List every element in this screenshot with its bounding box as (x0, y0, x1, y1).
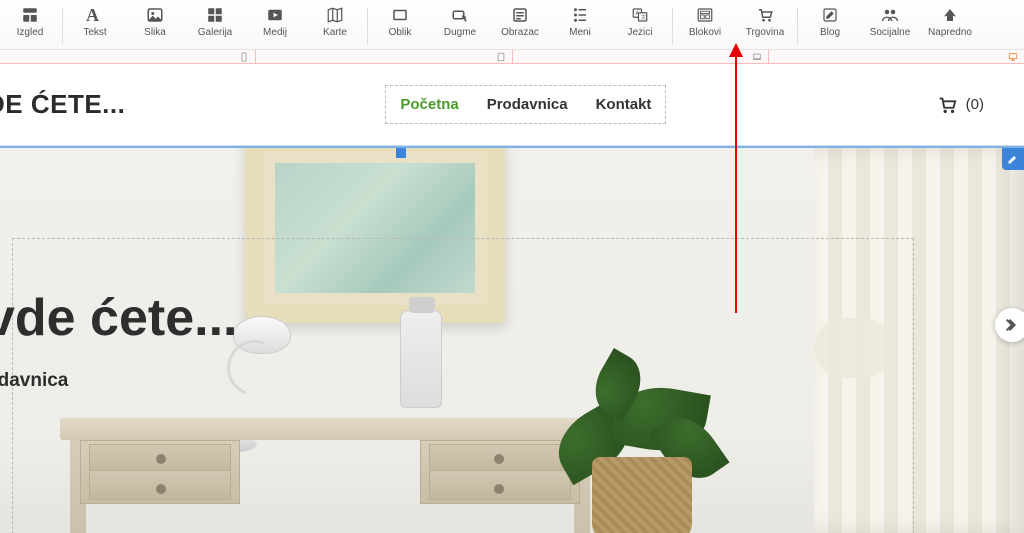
tool-media[interactable]: Medij (245, 4, 305, 38)
breakpoint-desktop[interactable] (769, 50, 1024, 63)
hero-title[interactable]: vde ćete... (0, 288, 237, 348)
tool-label: Oblik (389, 27, 412, 38)
tool-button[interactable]: Dugme (430, 4, 490, 38)
tool-gallery[interactable]: Galerija (185, 4, 245, 38)
gallery-icon (206, 6, 224, 24)
layout-icon (21, 6, 39, 24)
tool-label: Izgled (17, 27, 44, 38)
nav-item-home[interactable]: Početna (386, 86, 472, 123)
tool-label: Dugme (444, 27, 476, 38)
resize-handle-top[interactable] (396, 148, 406, 158)
tool-label: Trgovina (746, 27, 785, 38)
laptop-icon (752, 52, 762, 62)
tool-label: Slika (144, 27, 166, 38)
main-nav: Početna Prodavnica Kontakt (385, 85, 666, 124)
social-icon (881, 6, 899, 24)
tool-form[interactable]: Obrazac (490, 4, 550, 38)
toolbar-separator (367, 8, 368, 44)
breakpoint-mobile[interactable] (0, 50, 256, 63)
hero-subtitle[interactable]: odavnica (0, 370, 68, 392)
commerce-icon (756, 6, 774, 24)
svg-text:A: A (636, 11, 640, 17)
tool-label: Obrazac (501, 27, 539, 38)
tool-label: Medij (263, 27, 287, 38)
tablet-icon (496, 52, 506, 62)
cart-count: (0) (966, 96, 984, 113)
shape-icon (391, 6, 409, 24)
tool-languages[interactable]: A文 Jezici (610, 4, 670, 38)
edit-section-button[interactable] (1002, 148, 1024, 170)
tool-label: Jezici (627, 27, 652, 38)
site-logo-text[interactable]: DE ĆETE... (0, 89, 125, 120)
toolbar-separator (797, 8, 798, 44)
desktop-icon (1008, 52, 1018, 62)
tool-label: Socijalne (870, 27, 911, 38)
media-icon (266, 6, 284, 24)
image-icon (146, 6, 164, 24)
tool-label: Karte (323, 27, 347, 38)
blocks-icon (696, 6, 714, 24)
chevron-right-icon (1004, 317, 1020, 333)
hero-section[interactable]: vde ćete... odavnica (0, 146, 1024, 533)
editor-toolbar: Izgled A Tekst Slika Galerija Medij Kart… (0, 0, 1024, 50)
tool-layout[interactable]: Izgled (0, 4, 60, 38)
menu-icon (571, 6, 589, 24)
tool-label: Meni (569, 27, 591, 38)
site-header: DE ĆETE... Početna Prodavnica Kontakt (0… (0, 64, 1024, 146)
tool-menu[interactable]: Meni (550, 4, 610, 38)
button-icon (451, 6, 469, 24)
tool-maps[interactable]: Karte (305, 4, 365, 38)
cart-button[interactable]: (0) (936, 94, 984, 116)
advanced-icon (941, 6, 959, 24)
toolbar-separator (672, 8, 673, 44)
tool-label: Galerija (198, 27, 232, 38)
phone-icon (239, 52, 249, 62)
form-icon (511, 6, 529, 24)
tool-label: Blog (820, 27, 840, 38)
pencil-icon (1007, 153, 1019, 165)
tool-label: Blokovi (689, 27, 721, 38)
cart-icon (936, 94, 958, 116)
map-icon (326, 6, 344, 24)
tool-advanced[interactable]: Napredno (920, 4, 980, 38)
toolbar-separator (62, 8, 63, 44)
tool-label: Tekst (83, 27, 106, 38)
tool-social[interactable]: Socijalne (860, 4, 920, 38)
tool-shape[interactable]: Oblik (370, 4, 430, 38)
slider-next-button[interactable] (995, 308, 1024, 342)
languages-icon: A文 (631, 6, 649, 24)
tool-commerce[interactable]: Trgovina (735, 4, 795, 38)
annotation-arrow (735, 45, 737, 313)
tool-blog[interactable]: Blog (800, 4, 860, 38)
nav-item-shop[interactable]: Prodavnica (473, 86, 582, 123)
responsive-breakpoints-bar (0, 50, 1024, 64)
tool-label: Napredno (928, 27, 972, 38)
tool-blocks[interactable]: Blokovi (675, 4, 735, 38)
nav-item-contact[interactable]: Kontakt (582, 86, 666, 123)
text-icon: A (86, 6, 104, 24)
tool-text[interactable]: A Tekst (65, 4, 125, 38)
hero-selection-outline (12, 238, 914, 533)
blog-icon (821, 6, 839, 24)
breakpoint-tablet[interactable] (256, 50, 512, 63)
tool-image[interactable]: Slika (125, 4, 185, 38)
